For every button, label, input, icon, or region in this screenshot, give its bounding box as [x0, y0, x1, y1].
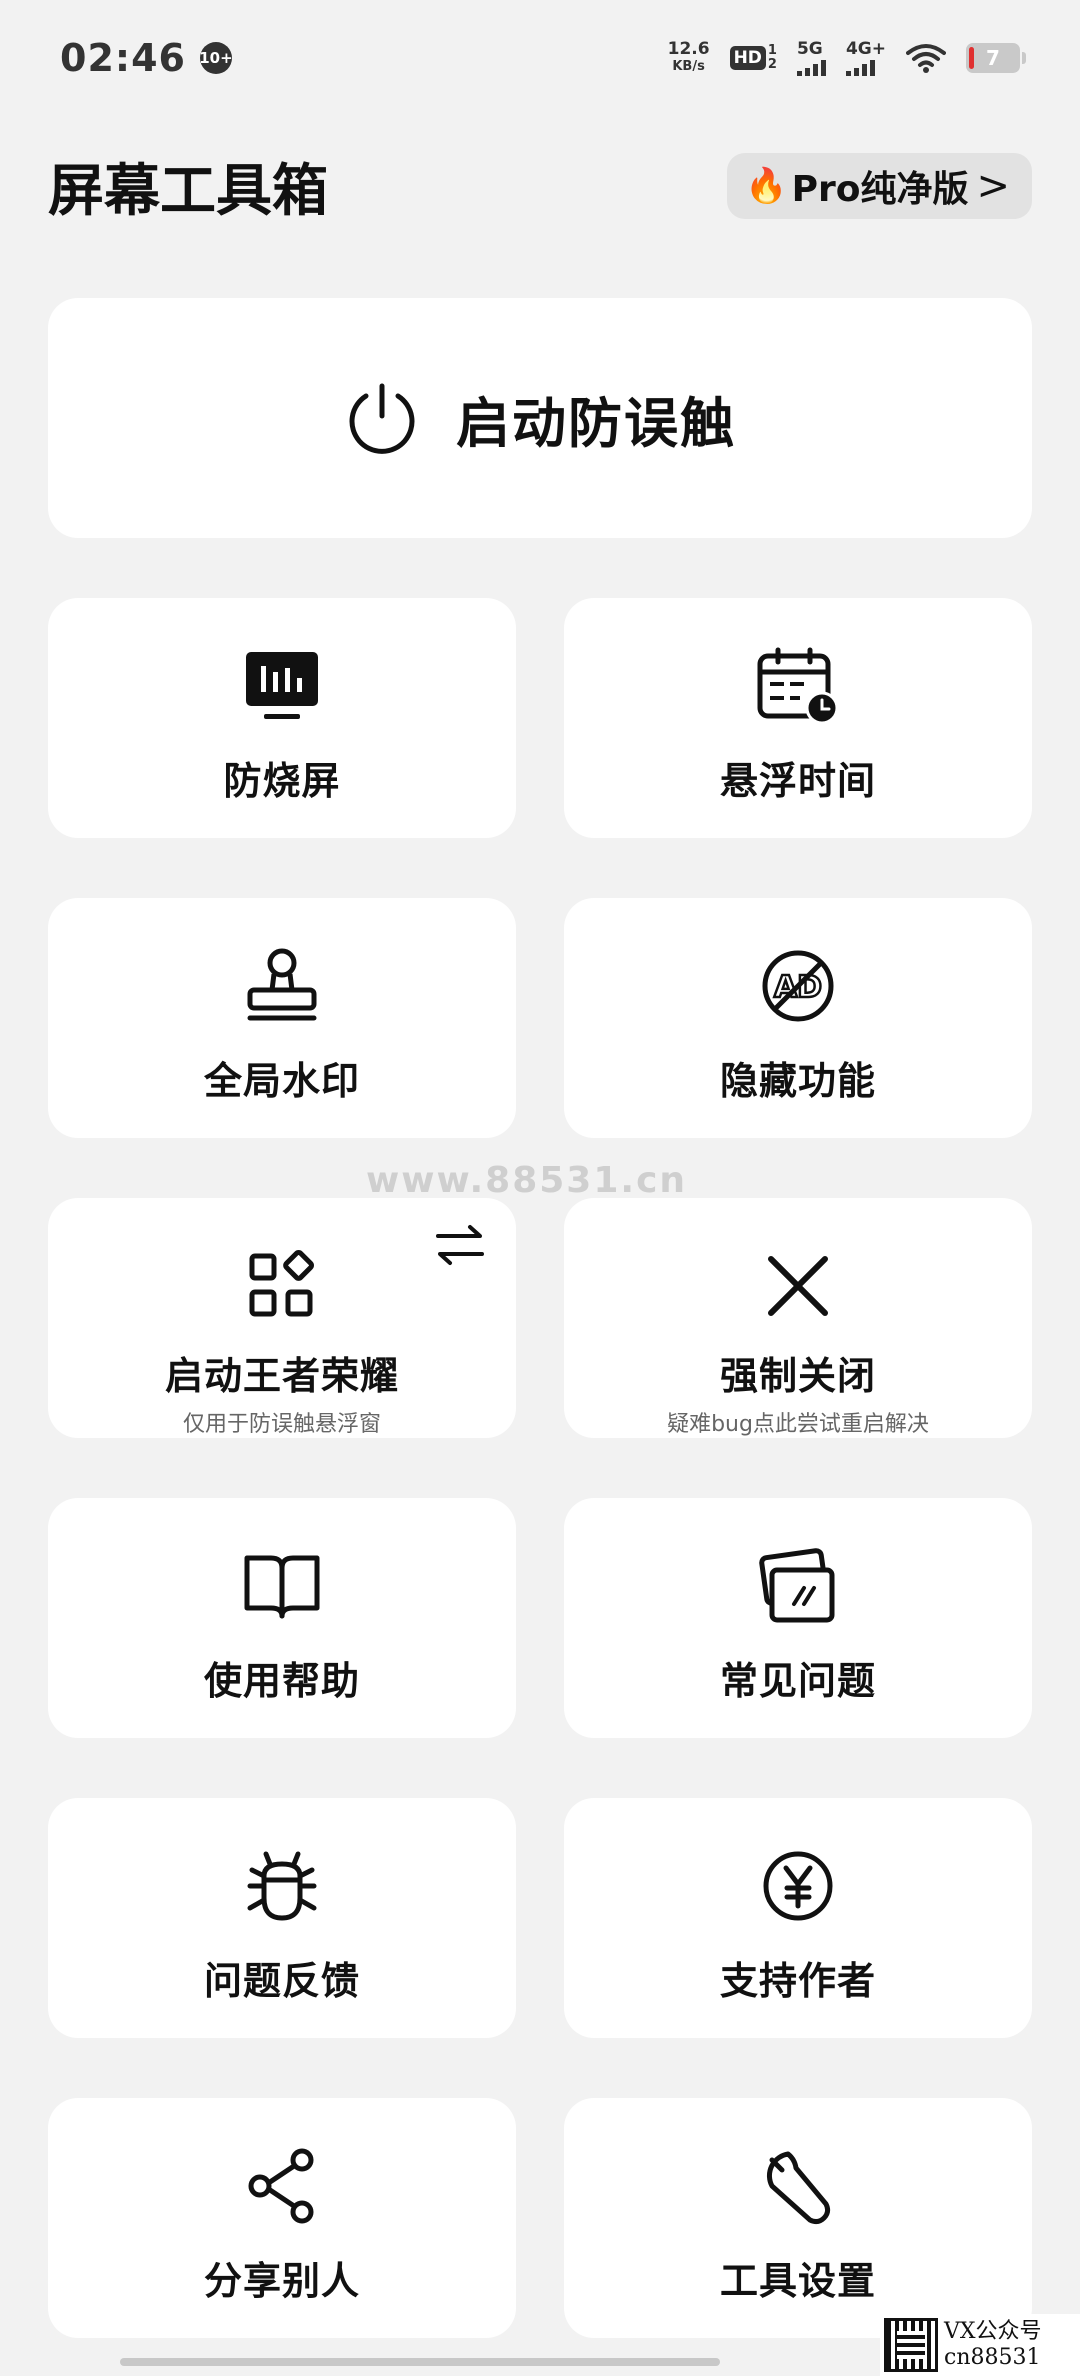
tool-grid: 防烧屏 悬浮时间 全局水印 AD 隐藏功能 启动王者荣耀 仅用于防误触悬浮窗 强… — [48, 598, 1032, 2338]
tool-tile-support-author[interactable]: 支持作者 — [564, 1798, 1032, 2038]
signal-5g-label: 5G — [796, 38, 823, 59]
status-bar-right: 12.6 KB/s HD 1 2 5G 4G+ 7 — [668, 38, 1026, 76]
wrench-icon — [756, 2144, 840, 2228]
calendar-clock-icon — [756, 644, 840, 728]
tool-tile-label: 支持作者 — [719, 1959, 876, 2003]
tool-tile-help[interactable]: 使用帮助 — [48, 1498, 516, 1738]
yen-icon — [756, 1844, 840, 1928]
status-time: 02:46 — [60, 35, 186, 80]
close-icon — [756, 1244, 840, 1327]
signal-4g-label: 4G+ — [845, 38, 886, 59]
tool-tile-label: 隐藏功能 — [719, 1059, 876, 1103]
hd-sim-bottom: 2 — [767, 56, 777, 72]
signal-4g: 4G+ — [845, 38, 886, 76]
home-indicator[interactable] — [120, 2358, 720, 2366]
chevron-right-icon: > — [976, 163, 1010, 209]
tool-tile-share[interactable]: 分享别人 — [48, 2098, 516, 2338]
hd-voice-indicator: HD 1 2 — [729, 42, 777, 72]
tool-tile-label: 全局水印 — [203, 1059, 360, 1103]
qr-code-icon — [884, 2318, 938, 2372]
book-icon — [240, 1544, 324, 1628]
start-anti-mistouch-label: 启动防误触 — [456, 391, 736, 455]
page-title: 屏幕工具箱 — [48, 158, 328, 224]
signal-bars-icon — [796, 59, 826, 76]
status-bar-left: 02:46 10+ — [60, 35, 233, 80]
tool-tile-global-watermark[interactable]: 全局水印 — [48, 898, 516, 1138]
start-anti-mistouch-button[interactable]: 启动防误触 — [48, 298, 1032, 538]
wifi-icon — [906, 43, 946, 73]
apps-grid-icon — [240, 1244, 324, 1327]
tool-tile-faq[interactable]: 常见问题 — [564, 1498, 1032, 1738]
tool-tile-launch-honor-of-kings[interactable]: 启动王者荣耀 仅用于防误触悬浮窗 — [48, 1198, 516, 1438]
monitor-bars-icon — [240, 644, 324, 728]
tool-tile-label: 悬浮时间 — [719, 759, 876, 803]
tool-tile-label: 启动王者荣耀 — [164, 1354, 399, 1398]
tool-tile-label: 分享别人 — [203, 2259, 360, 2303]
power-icon — [349, 383, 415, 454]
fire-icon: 🔥 — [745, 166, 788, 206]
corner-promo-line1: VX公众号 — [944, 2319, 1042, 2344]
battery-level: 7 — [986, 45, 1000, 70]
battery-icon: 7 — [966, 42, 1026, 73]
tool-tile-feedback[interactable]: 问题反馈 — [48, 1798, 516, 2038]
pro-version-label: Pro纯净版 — [791, 169, 969, 210]
share-icon — [240, 2144, 324, 2228]
tool-tile-settings[interactable]: 工具设置 — [564, 2098, 1032, 2338]
network-speed-unit: KB/s — [672, 58, 705, 74]
stamp-icon — [240, 944, 324, 1028]
header: 屏幕工具箱 🔥 Pro纯净版 > — [0, 140, 1080, 232]
signal-bars-icon — [845, 59, 875, 76]
corner-promo-line2: cn88531 — [944, 2345, 1041, 2370]
tool-tile-sublabel: 疑难bug点此尝试重启解决 — [667, 1412, 929, 1437]
cards-icon — [756, 1544, 840, 1628]
swap-arrows-icon[interactable] — [430, 1216, 490, 1276]
tool-tile-burn-in-protection[interactable]: 防烧屏 — [48, 598, 516, 838]
tool-tile-sublabel: 仅用于防误触悬浮窗 — [182, 1412, 381, 1437]
tool-tile-force-close[interactable]: 强制关闭 疑难bug点此尝试重启解决 — [564, 1198, 1032, 1438]
tool-tile-label: 使用帮助 — [203, 1659, 360, 1703]
notification-badge: 10+ — [199, 41, 233, 74]
tool-tile-label: 防烧屏 — [223, 759, 341, 803]
ad-block-icon: AD — [756, 944, 840, 1028]
tool-tile-hidden-features[interactable]: AD 隐藏功能 — [564, 898, 1032, 1138]
svg-text:AD: AD — [774, 970, 822, 1005]
network-speed-value: 12.6 — [667, 38, 710, 59]
bug-icon — [240, 1844, 324, 1928]
tool-tile-label: 强制关闭 — [719, 1354, 876, 1398]
signal-5g: 5G — [796, 38, 826, 76]
tool-tile-label: 问题反馈 — [203, 1959, 360, 2003]
tool-tile-floating-time[interactable]: 悬浮时间 — [564, 598, 1032, 838]
status-bar: 02:46 10+ 12.6 KB/s HD 1 2 5G 4G+ 7 — [0, 0, 1080, 115]
corner-promo-badge: VX公众号 cn88531 — [880, 2314, 1080, 2376]
hd-sim-top: 1 — [767, 42, 777, 58]
tool-tile-label: 工具设置 — [719, 2259, 876, 2303]
tool-tile-label: 常见问题 — [719, 1659, 876, 1703]
hd-icon: HD — [729, 45, 766, 70]
pro-version-button[interactable]: 🔥 Pro纯净版 > — [727, 153, 1032, 219]
site-watermark: www.88531.cn — [366, 1160, 688, 1201]
network-speed: 12.6 KB/s — [668, 40, 710, 76]
